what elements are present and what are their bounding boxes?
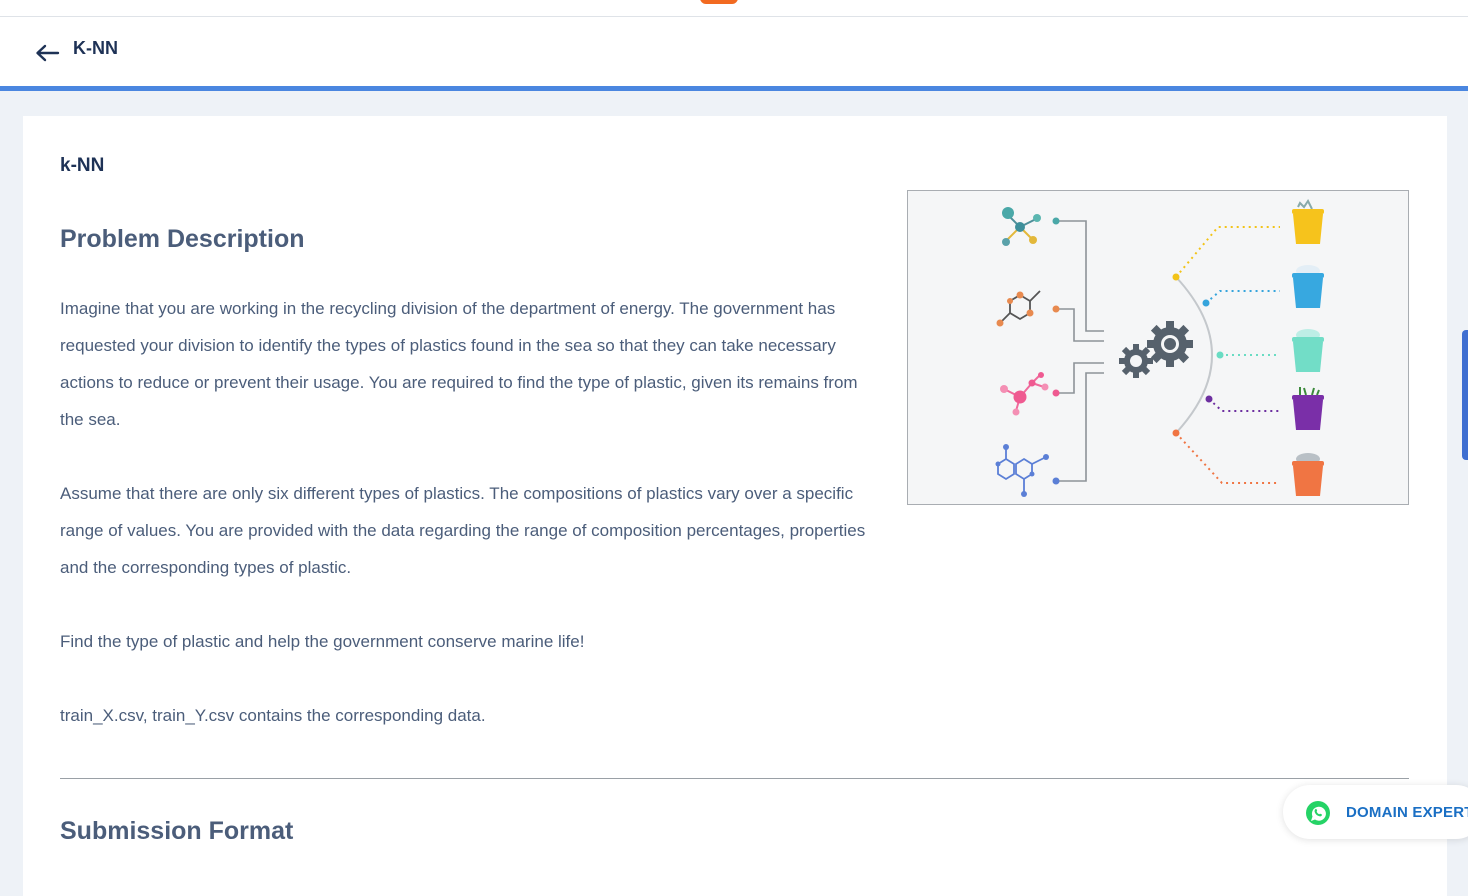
molecule-icon-1 [1002,207,1041,246]
plastics-classification-illustration [907,190,1409,505]
page-title: K-NN [73,38,118,58]
molecule-connectors [1056,220,1104,482]
data-files-note: train_X.csv, train_Y.csv contains the co… [60,706,486,725]
gears-icon [1119,321,1193,378]
domain-expert-button[interactable]: DOMAIN EXPERT [1283,785,1468,839]
problem-heading: Problem Description [60,225,305,253]
description-paragraph-3: Find the type of plastic and help the go… [60,632,585,651]
description-paragraph-1: Imagine that you are working in the recy… [60,299,858,429]
recycling-buckets [1292,199,1324,496]
side-drawer-handle[interactable] [1462,330,1468,460]
molecule-icon-3 [1000,372,1049,416]
domain-expert-label: DOMAIN EXPERT [1346,804,1468,821]
arrow-left-icon [36,44,60,62]
page-header [0,17,1468,86]
description-paragraph-2: Assume that there are only six different… [60,484,866,577]
molecule-icon-2 [996,290,1041,327]
illustration-graphic [995,199,1324,497]
molecule-icon-4 [995,444,1049,497]
whatsapp-icon [1306,801,1330,825]
back-button[interactable] [34,40,62,64]
header-accent-bar [0,86,1468,91]
section-divider [60,778,1409,779]
submission-heading: Submission Format [60,817,294,845]
section-label: k-NN [60,155,105,176]
top-strip [0,0,1468,17]
top-tab-indicator[interactable] [700,0,738,4]
